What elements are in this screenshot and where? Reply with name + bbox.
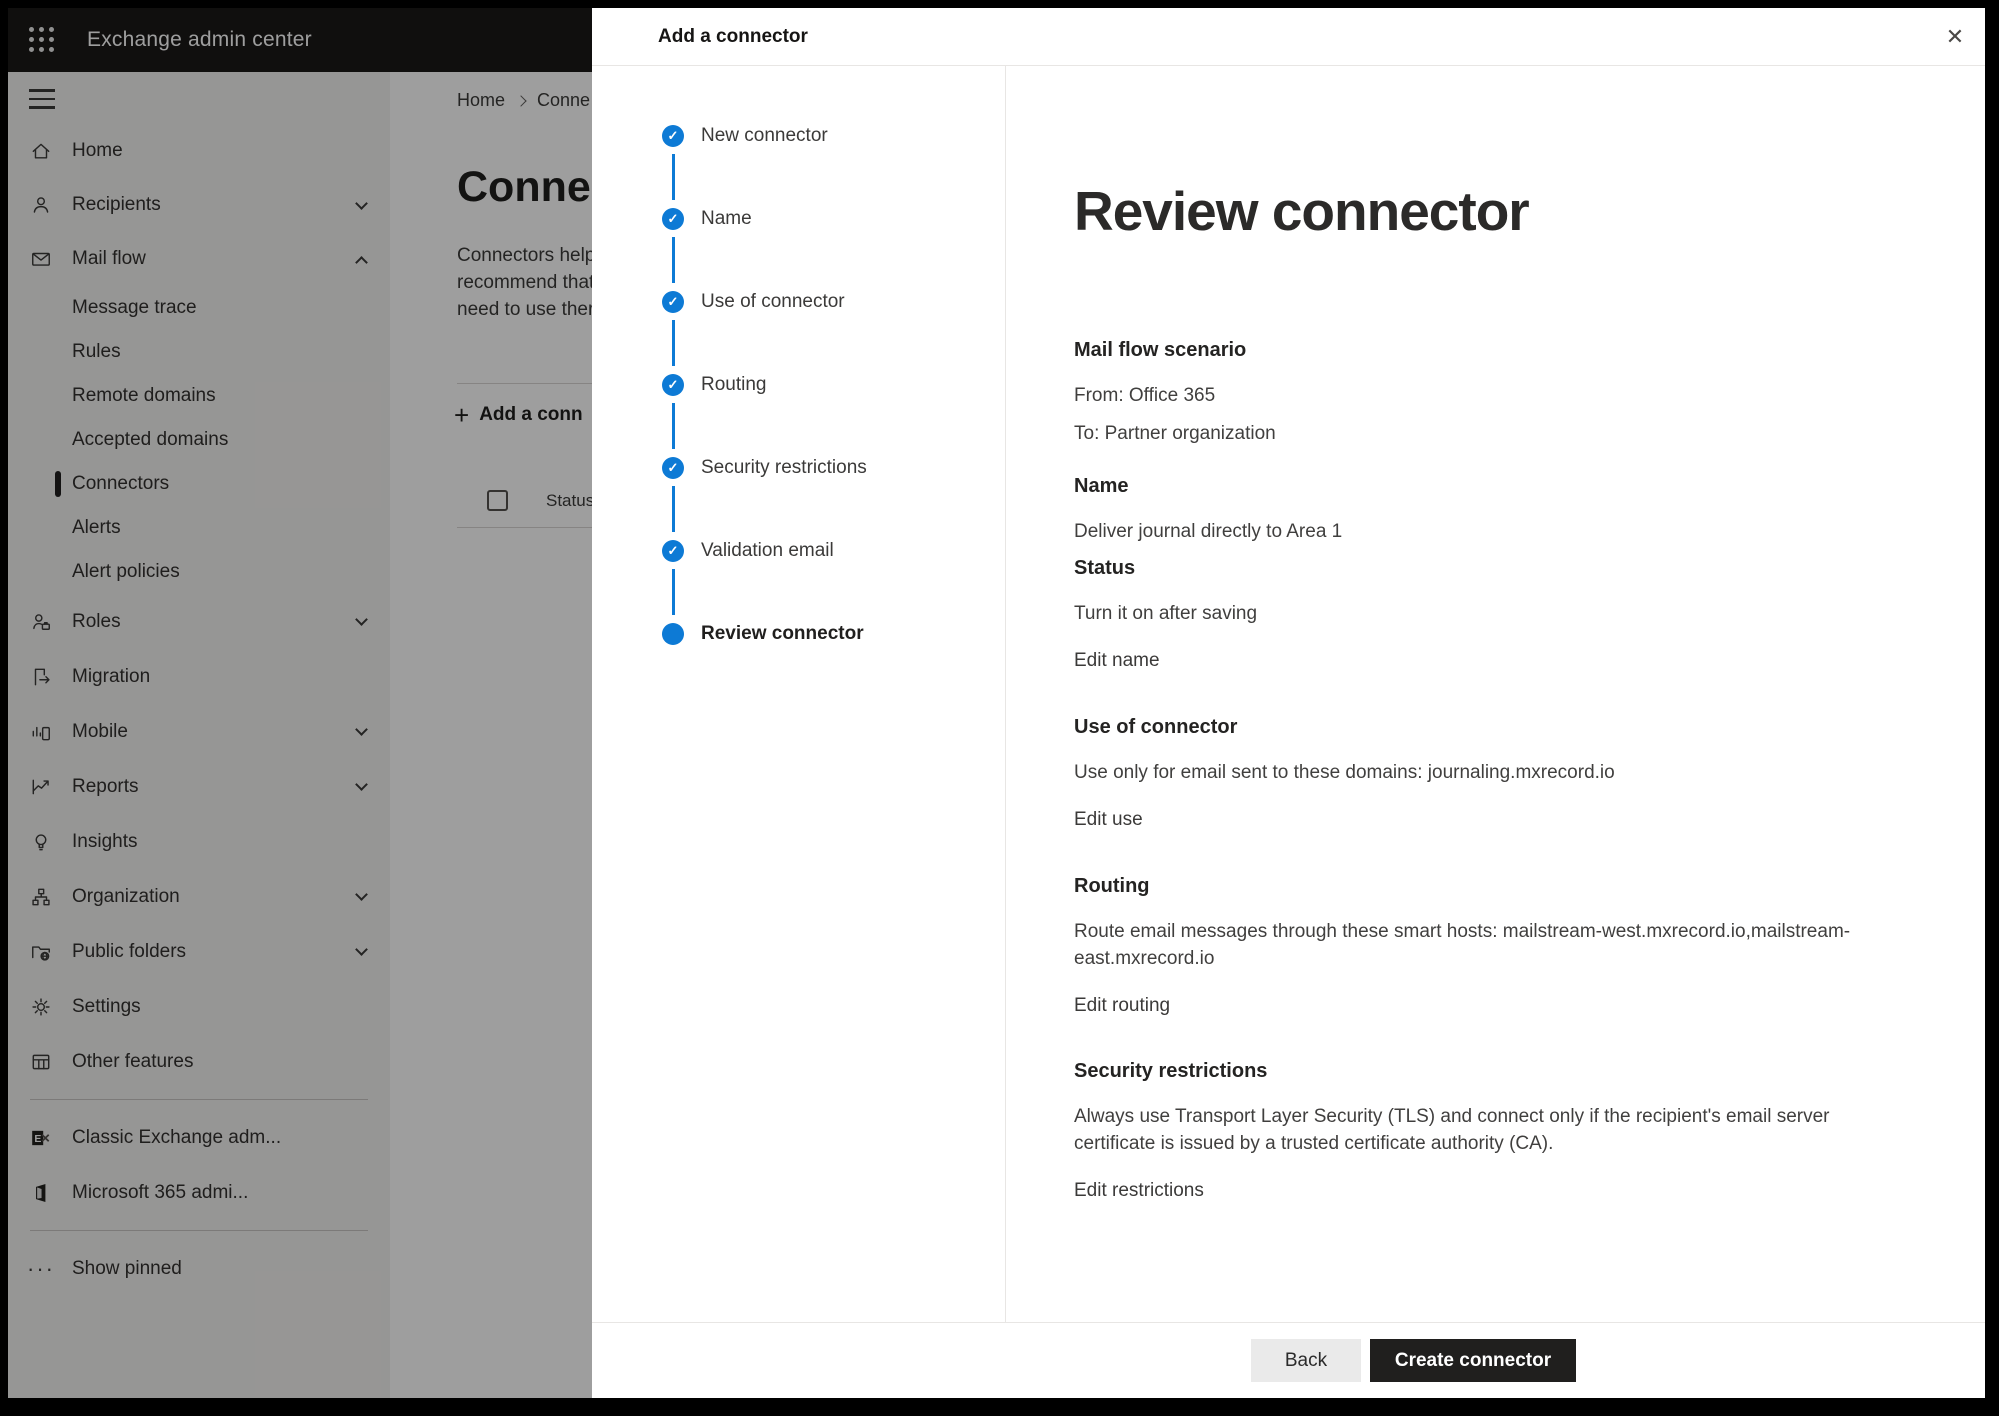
edit-routing-link[interactable]: Edit routing bbox=[1074, 992, 1170, 1019]
step-complete-icon: ✓ bbox=[662, 291, 684, 313]
edit-restrictions-link[interactable]: Edit restrictions bbox=[1074, 1177, 1204, 1204]
section-routing: Routing Route email messages through the… bbox=[1074, 874, 1909, 1019]
section-mail-flow-scenario: Mail flow scenario From: Office 365 To: … bbox=[1074, 338, 1909, 447]
step-current-icon bbox=[662, 623, 684, 645]
section-status: Status Turn it on after saving Edit name bbox=[1074, 556, 1909, 674]
step-complete-icon: ✓ bbox=[662, 457, 684, 479]
dialog-header: Add a connector bbox=[592, 8, 1985, 66]
review-title: Review connector bbox=[1074, 178, 1925, 244]
step-validation-email[interactable]: ✓ Validation email bbox=[662, 540, 1005, 623]
step-name[interactable]: ✓ Name bbox=[662, 208, 1005, 291]
step-complete-icon: ✓ bbox=[662, 374, 684, 396]
step-complete-icon: ✓ bbox=[662, 540, 684, 562]
dialog-title: Add a connector bbox=[658, 26, 808, 48]
section-use-of-connector: Use of connector Use only for email sent… bbox=[1074, 715, 1909, 833]
step-review-connector[interactable]: Review connector bbox=[662, 623, 1005, 706]
dialog-footer: Back Create connector bbox=[592, 1322, 1985, 1398]
dialog-body: ✓ New connector ✓ Name ✓ Use of connecto… bbox=[592, 66, 1985, 1322]
wizard-stepper: ✓ New connector ✓ Name ✓ Use of connecto… bbox=[592, 66, 1006, 1322]
section-security-restrictions: Security restrictions Always use Transpo… bbox=[1074, 1059, 1909, 1204]
app-window: Exchange admin center Home Recipients Ma… bbox=[8, 8, 1985, 1398]
edit-use-link[interactable]: Edit use bbox=[1074, 806, 1143, 833]
close-icon[interactable]: ✕ bbox=[1939, 21, 1971, 53]
add-connector-dialog: Add a connector ✕ ✓ New connector ✓ Name… bbox=[592, 8, 1985, 1398]
review-content: Review connector Mail flow scenario From… bbox=[1006, 66, 1985, 1322]
step-routing[interactable]: ✓ Routing bbox=[662, 374, 1005, 457]
step-use-of-connector[interactable]: ✓ Use of connector bbox=[662, 291, 1005, 374]
step-new-connector[interactable]: ✓ New connector bbox=[662, 125, 1005, 208]
step-security-restrictions[interactable]: ✓ Security restrictions bbox=[662, 457, 1005, 540]
create-connector-button[interactable]: Create connector bbox=[1370, 1339, 1576, 1382]
step-complete-icon: ✓ bbox=[662, 208, 684, 230]
edit-name-link[interactable]: Edit name bbox=[1074, 647, 1160, 674]
section-name: Name Deliver journal directly to Area 1 bbox=[1074, 474, 1909, 545]
back-button[interactable]: Back bbox=[1251, 1339, 1361, 1382]
step-complete-icon: ✓ bbox=[662, 125, 684, 147]
